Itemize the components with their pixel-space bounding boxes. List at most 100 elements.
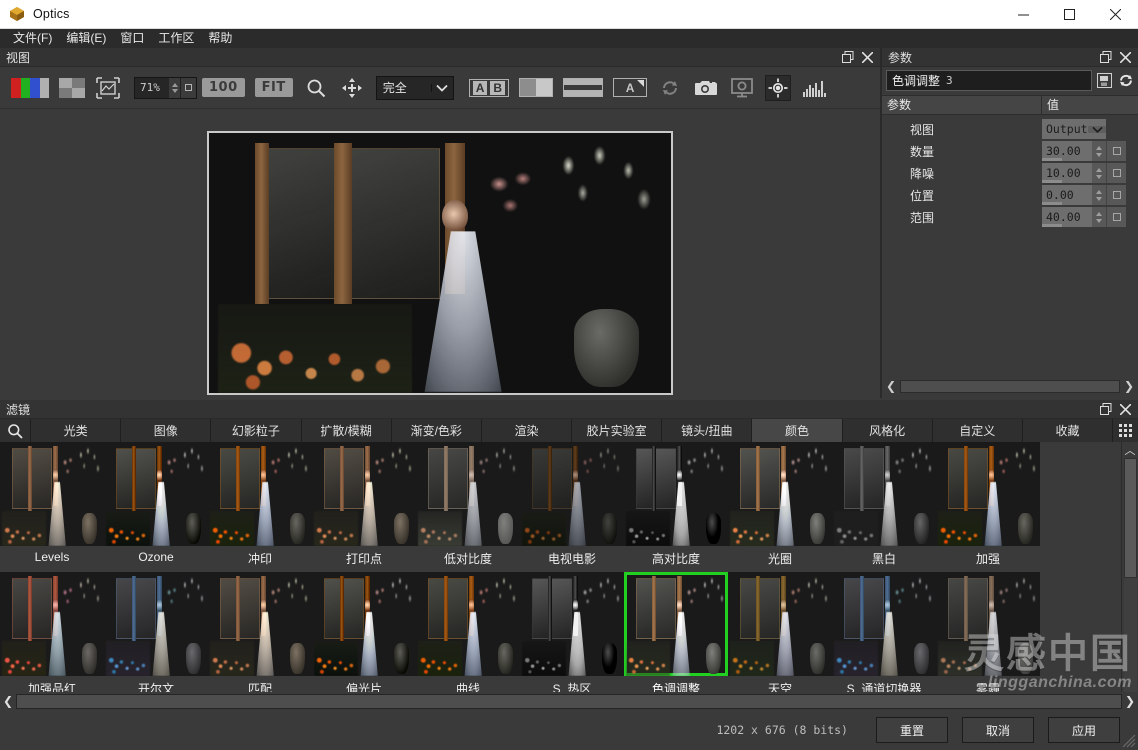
refresh-icon[interactable]	[657, 75, 683, 101]
search-icon[interactable]	[0, 419, 30, 442]
reset-button[interactable]: 重置	[876, 717, 948, 743]
menu-window[interactable]: 窗口	[113, 30, 151, 48]
filter-item-tone-adjust[interactable]: 色调调整	[624, 572, 728, 702]
filter-item-low-contrast[interactable]: 低对比度	[416, 442, 520, 572]
tab-gradient-color[interactable]: 渐变/色彩	[391, 419, 481, 442]
filter-item-enhance[interactable]: 加强	[936, 442, 1040, 572]
filter-item-kelvin[interactable]: 开尔文	[104, 572, 208, 702]
apply-button[interactable]: 应用	[1048, 717, 1120, 743]
filters-float-icon[interactable]	[1100, 403, 1112, 415]
filters-scroll-thumb[interactable]	[1124, 458, 1137, 578]
filter-item-levels[interactable]: Levels	[0, 442, 104, 572]
filters-hscroll-track[interactable]	[16, 694, 1122, 709]
menu-edit[interactable]: 编辑(E)	[59, 30, 113, 48]
checkerboard-icon[interactable]	[59, 75, 85, 101]
menu-help[interactable]: 帮助	[201, 30, 239, 48]
histogram-icon[interactable]	[801, 75, 827, 101]
maximize-button[interactable]	[1046, 0, 1092, 29]
filter-item-print-dot[interactable]: 打印点	[312, 442, 416, 572]
filter-item-ozone[interactable]: Ozone	[104, 442, 208, 572]
tab-custom[interactable]: 自定义	[932, 419, 1022, 442]
magnifier-icon[interactable]	[303, 75, 329, 101]
filters-horizontal-scrollbar[interactable]: ❮ ❯	[0, 692, 1138, 710]
filter-item-tv-movie[interactable]: 电视电影	[520, 442, 624, 572]
param-position-input[interactable]: 0.00	[1042, 185, 1092, 205]
zoom-level-field[interactable]: 71%	[134, 77, 197, 99]
param-denoise-reset-icon[interactable]	[1106, 163, 1126, 183]
param-denoise-stepper[interactable]	[1092, 163, 1106, 183]
filter-item-high-contrast[interactable]: 高对比度	[624, 442, 728, 572]
filter-item-polarizer[interactable]: 偏光片	[312, 572, 416, 702]
resize-grip[interactable]	[1122, 734, 1136, 748]
pan-move-icon[interactable]	[339, 75, 365, 101]
ab-compare-button[interactable]: A B	[469, 75, 509, 101]
close-button[interactable]	[1092, 0, 1138, 29]
zoom-reset-icon[interactable]	[180, 78, 196, 98]
filter-item-aperture[interactable]: 光圈	[728, 442, 832, 572]
tab-render[interactable]: 渲染	[481, 419, 571, 442]
parameters-close-icon[interactable]	[1119, 51, 1131, 63]
snapshot-monitor-icon[interactable]	[729, 75, 755, 101]
filter-item-black-white[interactable]: 黑白	[832, 442, 936, 572]
param-range-reset-icon[interactable]	[1106, 207, 1126, 227]
param-range-stepper[interactable]	[1092, 207, 1106, 227]
tab-color[interactable]: 颜色	[751, 419, 841, 442]
chevron-up-icon[interactable]: ︿	[1122, 442, 1138, 458]
split-vertical-icon[interactable]	[519, 75, 553, 101]
filter-item-s-hotspot[interactable]: S_热区	[520, 572, 624, 702]
chevron-left-icon[interactable]: ❮	[0, 693, 16, 709]
cancel-button[interactable]: 取消	[962, 717, 1034, 743]
split-horizontal-icon[interactable]	[563, 75, 603, 101]
chevron-left-icon[interactable]: ❮	[884, 379, 898, 393]
tab-phantom-particles[interactable]: 幻影粒子	[210, 419, 300, 442]
chevron-right-icon[interactable]: ❯	[1122, 693, 1138, 709]
grid-view-icon[interactable]	[1112, 419, 1138, 442]
tab-film-lab[interactable]: 胶片实验室	[571, 419, 661, 442]
param-amount-stepper[interactable]	[1092, 141, 1106, 161]
viewer-close-icon[interactable]	[861, 51, 873, 63]
tab-lens-distort[interactable]: 镜头/扭曲	[661, 419, 751, 442]
zoom-100-button[interactable]: 100	[202, 75, 245, 101]
menu-workspace[interactable]: 工作区	[151, 30, 201, 48]
tab-light[interactable]: 光类	[30, 419, 120, 442]
param-position-stepper[interactable]	[1092, 185, 1106, 205]
rgb-channels-icon[interactable]	[11, 75, 49, 101]
param-amount-input[interactable]: 30.00	[1042, 141, 1092, 161]
filter-item-develop[interactable]: 冲印	[208, 442, 312, 572]
parameters-float-icon[interactable]	[1100, 51, 1112, 63]
save-preset-icon[interactable]	[1096, 71, 1113, 90]
viewer-float-icon[interactable]	[842, 51, 854, 63]
quality-select[interactable]: 完全	[376, 76, 454, 100]
filter-item-s-channel-switcher[interactable]: S_通道切换器	[832, 572, 936, 702]
param-amount-reset-icon[interactable]	[1106, 141, 1126, 161]
parameters-scroll-track[interactable]	[900, 380, 1120, 393]
filters-scroll-track[interactable]	[1124, 458, 1137, 696]
filter-item-curves[interactable]: 曲线	[416, 572, 520, 702]
effect-name-field[interactable]: 色调调整 3	[886, 70, 1092, 91]
zoom-fit-button[interactable]: FIT	[255, 75, 293, 101]
tab-image[interactable]: 图像	[120, 419, 210, 442]
param-position-reset-icon[interactable]	[1106, 185, 1126, 205]
filters-close-icon[interactable]	[1119, 403, 1131, 415]
target-center-icon[interactable]	[765, 75, 791, 101]
fit-image-icon[interactable]	[95, 75, 121, 101]
filters-vertical-scrollbar[interactable]: ︿ ﹀	[1121, 442, 1138, 712]
param-view-select[interactable]: Output	[1042, 119, 1106, 139]
refresh-circular-icon[interactable]	[1117, 71, 1134, 90]
tab-favorites[interactable]: 收藏	[1022, 419, 1112, 442]
param-range-input[interactable]: 40.00	[1042, 207, 1092, 227]
param-denoise-input[interactable]: 10.00	[1042, 163, 1092, 183]
annotation-a-icon[interactable]: A	[613, 75, 647, 101]
minimize-button[interactable]	[1000, 0, 1046, 29]
menu-file[interactable]: 文件(F)	[6, 30, 59, 48]
zoom-stepper[interactable]	[169, 78, 180, 98]
filter-item-sky[interactable]: 天空	[728, 572, 832, 702]
chevron-right-icon[interactable]: ❯	[1122, 379, 1136, 393]
image-canvas-area[interactable]	[0, 109, 880, 416]
tab-stylize[interactable]: 风格化	[842, 419, 932, 442]
parameters-horizontal-scrollbar[interactable]: ❮ ❯	[884, 378, 1136, 394]
filter-item-haze[interactable]: 雾霾	[936, 572, 1040, 702]
camera-icon[interactable]	[693, 75, 719, 101]
filter-item-enhance-magenta[interactable]: 加强品红	[0, 572, 104, 702]
tab-diffuse-blur[interactable]: 扩散/模糊	[301, 419, 391, 442]
